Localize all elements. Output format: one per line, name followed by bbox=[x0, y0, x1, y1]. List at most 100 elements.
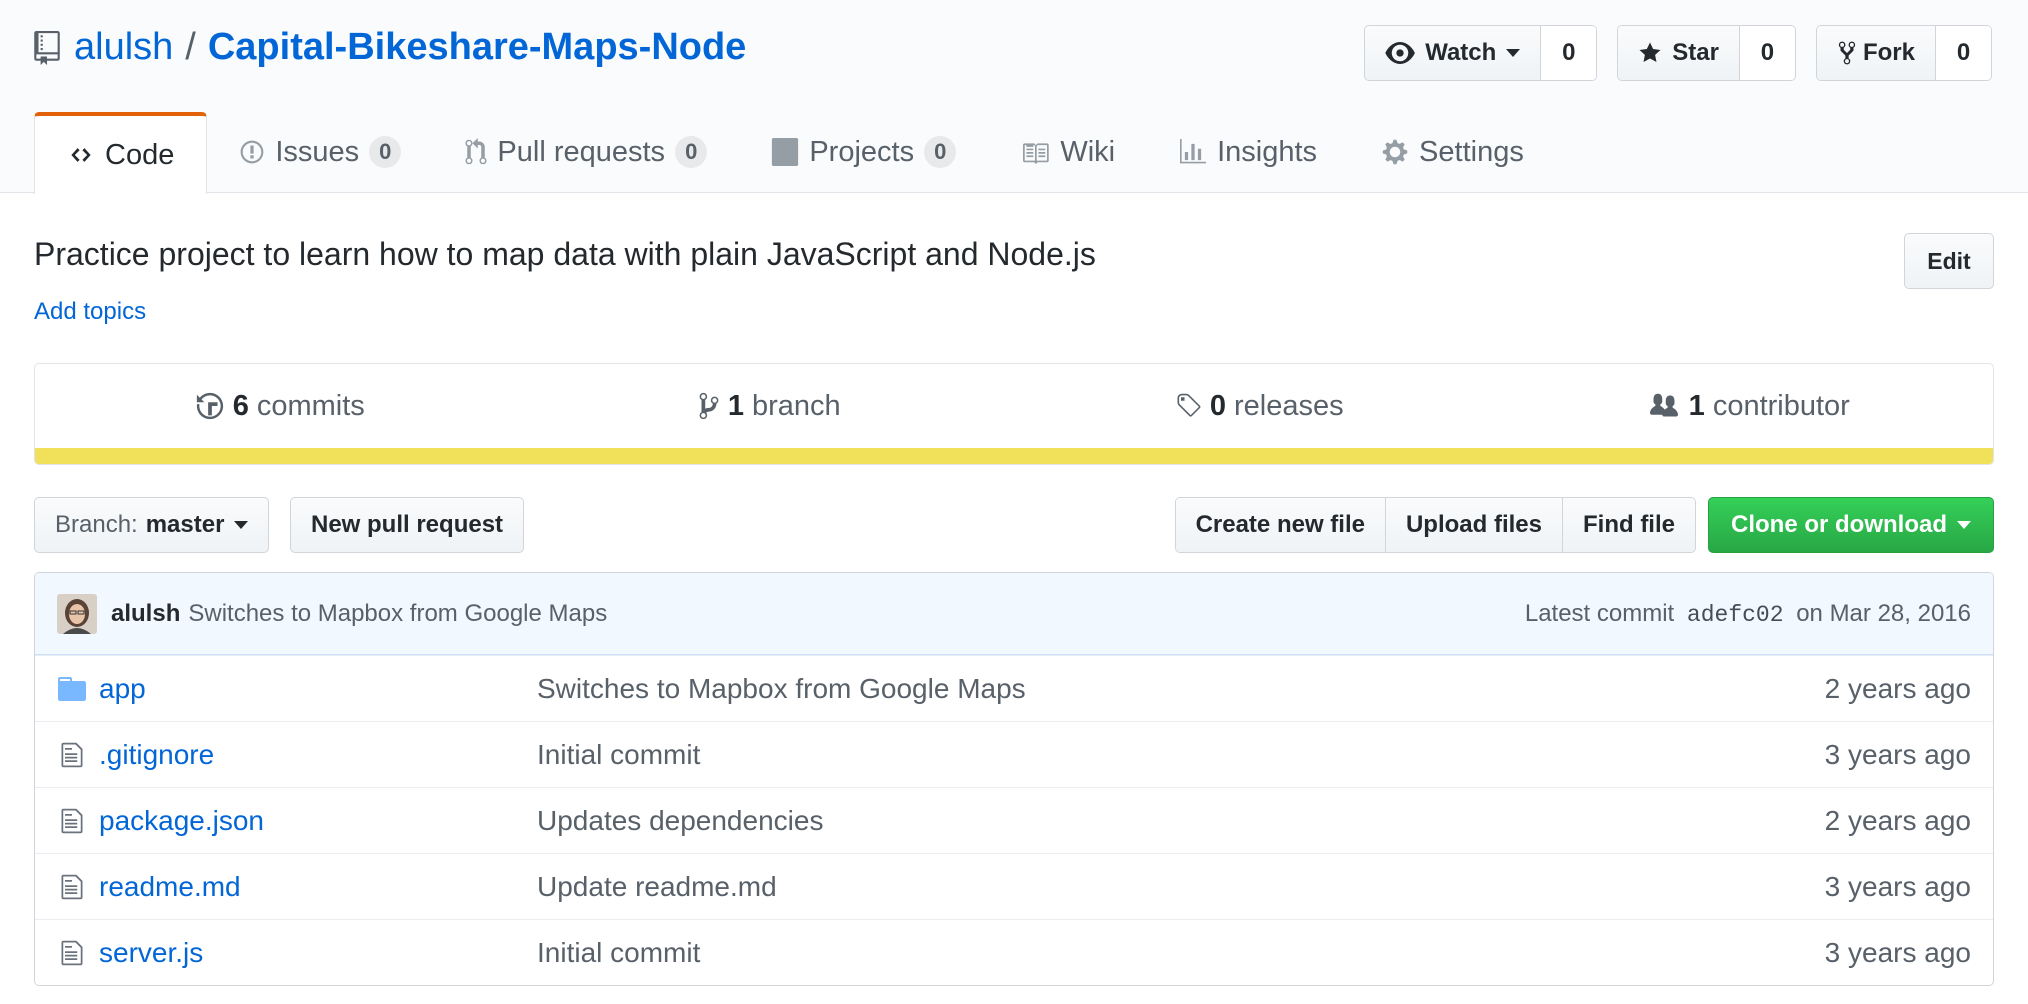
add-topics-link[interactable]: Add topics bbox=[34, 298, 146, 326]
branches-link[interactable]: 1 branch bbox=[525, 364, 1015, 448]
file-age: 2 years ago bbox=[1824, 672, 1971, 704]
branch-select-button[interactable]: Branch: master bbox=[34, 497, 270, 553]
avatar[interactable] bbox=[57, 593, 97, 634]
chevron-down-icon bbox=[1957, 521, 1971, 529]
tab-label: Wiki bbox=[1060, 135, 1116, 168]
repo-header: alulsh / Capital-Bikeshare-Maps-Node Wat… bbox=[0, 0, 2028, 194]
chevron-down-icon bbox=[234, 521, 249, 529]
file-age: 2 years ago bbox=[1824, 804, 1971, 836]
new-pull-request-button[interactable]: New pull request bbox=[290, 497, 525, 553]
file-age: 3 years ago bbox=[1824, 936, 1971, 968]
branches-count: 1 bbox=[727, 389, 744, 422]
star-group: Star 0 bbox=[1617, 25, 1796, 81]
edit-description-button[interactable]: Edit bbox=[1904, 233, 1994, 289]
commit-message-link[interactable]: Switches to Mapbox from Google Maps bbox=[188, 600, 607, 628]
file-list: alulsh Switches to Mapbox from Google Ma… bbox=[34, 572, 1994, 986]
commits-label: commits bbox=[256, 389, 365, 422]
star-count[interactable]: 0 bbox=[1738, 26, 1795, 80]
file-name-link[interactable]: package.json bbox=[99, 805, 537, 837]
contributors-count: 1 bbox=[1688, 389, 1705, 422]
contributors-link[interactable]: 1 contributor bbox=[1504, 364, 1994, 448]
releases-count: 0 bbox=[1209, 389, 1226, 422]
fork-icon bbox=[1838, 41, 1856, 65]
commit-date: on Mar 28, 2016 bbox=[1796, 599, 1971, 627]
people-icon bbox=[1649, 393, 1678, 417]
code-icon bbox=[71, 148, 91, 162]
commit-sha-link[interactable]: adefc02 bbox=[1687, 602, 1784, 628]
eye-icon bbox=[1385, 42, 1416, 64]
file-commit-message-link[interactable]: Updates dependencies bbox=[537, 805, 1825, 837]
latest-commit-info: Latest commit adefc02 on Mar 28, 2016 bbox=[1525, 600, 1971, 628]
watch-button[interactable]: Watch bbox=[1365, 26, 1541, 80]
file-icon bbox=[57, 939, 87, 967]
list-item: server.js Initial commit 3 years ago bbox=[35, 919, 1993, 985]
commit-author-link[interactable]: alulsh bbox=[111, 600, 180, 628]
file-name-link[interactable]: app bbox=[99, 673, 537, 705]
file-action-group: Create new file Upload files Find file bbox=[1174, 497, 1696, 553]
find-file-button[interactable]: Find file bbox=[1562, 498, 1695, 552]
tab-code[interactable]: Code bbox=[34, 112, 208, 194]
file-name-link[interactable]: server.js bbox=[99, 937, 537, 969]
star-button[interactable]: Star bbox=[1618, 26, 1739, 80]
issue-icon bbox=[240, 140, 264, 164]
chevron-down-icon bbox=[1506, 49, 1521, 57]
file-age: 3 years ago bbox=[1824, 738, 1971, 770]
list-item: .gitignore Initial commit 3 years ago bbox=[35, 721, 1993, 787]
tab-label: Settings bbox=[1419, 135, 1524, 168]
tab-pull-requests[interactable]: Pull requests 0 bbox=[433, 112, 739, 192]
contributors-label: contributor bbox=[1712, 389, 1850, 422]
clone-or-download-button[interactable]: Clone or download bbox=[1708, 497, 1994, 553]
tab-label: Issues bbox=[275, 135, 360, 168]
star-icon bbox=[1639, 42, 1661, 62]
tag-icon bbox=[1177, 393, 1201, 417]
commits-link[interactable]: 6 commits bbox=[35, 364, 525, 448]
repo-nav-tabs: Code Issues 0 Pull requests 0 Projects 0… bbox=[34, 112, 1556, 194]
book-icon bbox=[1023, 143, 1050, 164]
tab-wiki[interactable]: Wiki bbox=[988, 112, 1147, 192]
branch-name: master bbox=[145, 511, 225, 538]
tab-issues[interactable]: Issues 0 bbox=[207, 112, 433, 192]
tab-projects[interactable]: Projects 0 bbox=[739, 112, 988, 192]
releases-label: releases bbox=[1234, 389, 1344, 422]
path-separator: / bbox=[185, 26, 196, 68]
fork-label: Fork bbox=[1862, 39, 1915, 66]
language-bar[interactable] bbox=[35, 448, 1993, 464]
repo-name-link[interactable]: Capital-Bikeshare-Maps-Node bbox=[208, 26, 746, 69]
star-label: Star bbox=[1672, 39, 1719, 66]
fork-button[interactable]: Fork bbox=[1816, 26, 1935, 80]
tab-insights[interactable]: Insights bbox=[1147, 112, 1349, 192]
file-commit-message-link[interactable]: Initial commit bbox=[537, 739, 1825, 771]
repo-actions: Watch 0 Star 0 Fork 0 bbox=[1364, 25, 1992, 81]
upload-files-button[interactable]: Upload files bbox=[1384, 498, 1562, 552]
file-commit-message-link[interactable]: Switches to Mapbox from Google Maps bbox=[537, 673, 1825, 705]
fork-count[interactable]: 0 bbox=[1935, 26, 1991, 80]
projects-counter: 0 bbox=[924, 136, 957, 168]
watch-count[interactable]: 0 bbox=[1540, 26, 1597, 80]
commits-count: 6 bbox=[232, 389, 249, 422]
tab-settings[interactable]: Settings bbox=[1349, 112, 1556, 192]
folder-icon bbox=[57, 676, 87, 701]
file-navigation: Branch: master New pull request Create n… bbox=[34, 497, 1994, 553]
repo-owner-link[interactable]: alulsh bbox=[74, 26, 173, 69]
file-name-link[interactable]: .gitignore bbox=[99, 739, 537, 771]
fork-group: Fork 0 bbox=[1815, 25, 1992, 81]
file-name-link[interactable]: readme.md bbox=[99, 871, 537, 903]
pull-request-icon bbox=[465, 138, 487, 165]
pull-requests-counter: 0 bbox=[675, 136, 708, 168]
file-actions: Create new file Upload files Find file C… bbox=[1174, 497, 1994, 553]
releases-link[interactable]: 0 releases bbox=[1014, 364, 1504, 448]
list-item: readme.md Update readme.md 3 years ago bbox=[35, 853, 1993, 919]
create-new-file-button[interactable]: Create new file bbox=[1175, 498, 1385, 552]
repo-summary: 6 commits 1 branch 0 releases 1 contribu… bbox=[34, 363, 1994, 465]
branches-label: branch bbox=[751, 389, 841, 422]
repo-description: Practice project to learn how to map dat… bbox=[34, 236, 1096, 272]
file-icon bbox=[57, 741, 87, 769]
clone-label: Clone or download bbox=[1731, 511, 1947, 538]
file-commit-message-link[interactable]: Update readme.md bbox=[537, 871, 1825, 903]
repo-title: alulsh / Capital-Bikeshare-Maps-Node bbox=[34, 26, 746, 69]
file-commit-message-link[interactable]: Initial commit bbox=[537, 937, 1825, 969]
list-item: app Switches to Mapbox from Google Maps … bbox=[35, 655, 1993, 721]
latest-commit-bar: alulsh Switches to Mapbox from Google Ma… bbox=[35, 573, 1993, 655]
history-icon bbox=[196, 392, 223, 420]
file-age: 3 years ago bbox=[1824, 870, 1971, 902]
